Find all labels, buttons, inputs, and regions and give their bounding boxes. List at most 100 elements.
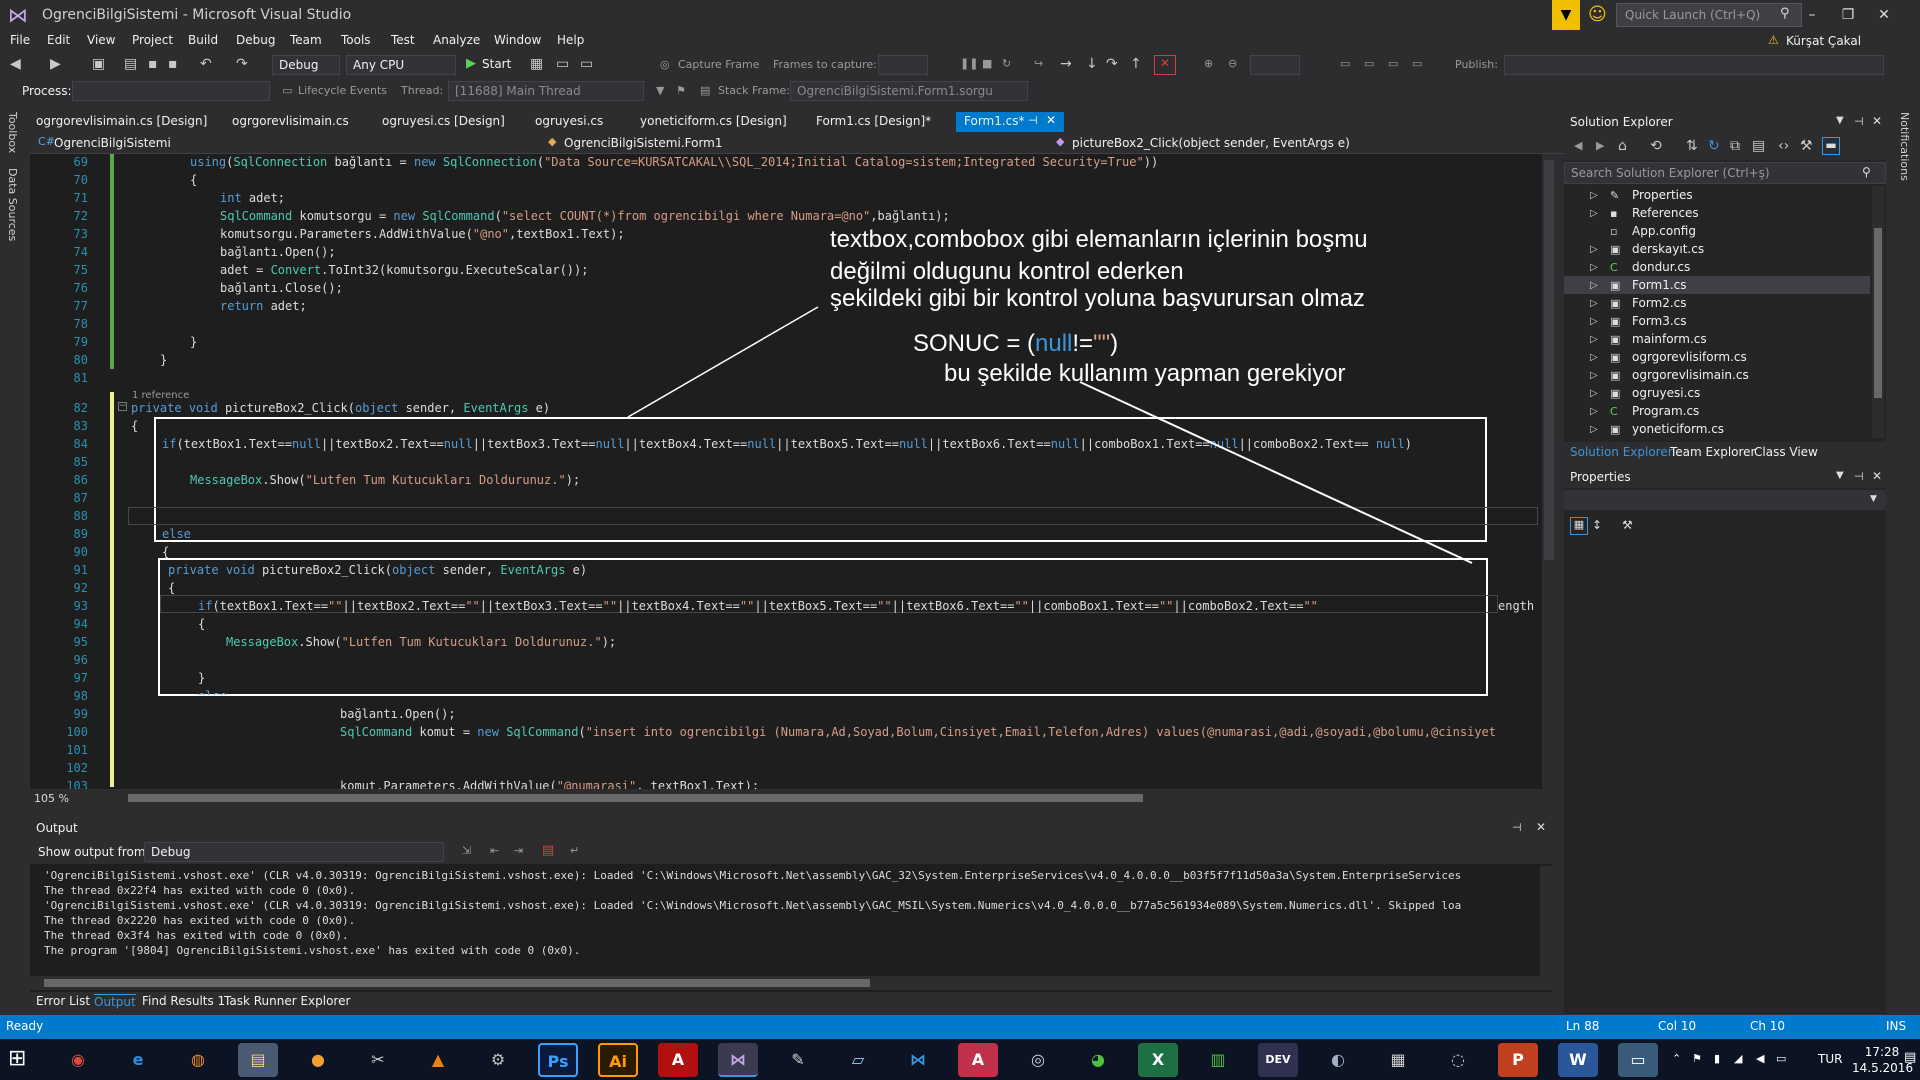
word-wrap-icon[interactable]: ↵ xyxy=(570,844,579,857)
battery-icon[interactable]: ▮ xyxy=(1714,1052,1720,1065)
output-pin-icon[interactable]: ⊣ xyxy=(1512,821,1522,834)
output-hscroll-thumb[interactable] xyxy=(44,979,870,987)
internet-explorer-icon[interactable]: e xyxy=(118,1043,158,1077)
collapse-all-icon[interactable]: ⧉ xyxy=(1730,138,1740,154)
chevron-down-icon[interactable]: ▼ xyxy=(1870,494,1877,504)
tray-flag-icon[interactable]: ⚑ xyxy=(1692,1052,1702,1065)
tree-item-ogrgorevlisimain[interactable]: ogrgorevlisimain.cs xyxy=(1632,368,1749,382)
tab-class-view[interactable]: Class View xyxy=(1754,445,1818,459)
photoshop-icon[interactable]: Ps xyxy=(538,1043,578,1077)
word-icon[interactable]: W xyxy=(1558,1043,1598,1077)
expand-arrow-icon[interactable]: ▷ xyxy=(1590,424,1598,435)
expand-arrow-icon[interactable]: ▷ xyxy=(1590,388,1598,399)
tab-find-results[interactable]: Find Results 1 xyxy=(142,994,225,1008)
back-icon[interactable]: ◀ xyxy=(1574,139,1582,152)
search-icon[interactable]: ⚲ xyxy=(1862,165,1871,179)
tab-team-explorer[interactable]: Team Explorer xyxy=(1670,445,1756,459)
chrome-icon[interactable]: ◉ xyxy=(58,1043,98,1077)
preview-icon[interactable]: ▬ xyxy=(1822,137,1840,155)
tree-item-form2[interactable]: Form2.cs xyxy=(1632,296,1687,310)
tray-up-arrow-icon[interactable]: ⌃ xyxy=(1672,1052,1681,1065)
expand-arrow-icon[interactable]: ▷ xyxy=(1590,280,1598,291)
panel-menu-icon[interactable]: ▼ xyxy=(1836,470,1844,481)
properties-icon[interactable]: ⚒ xyxy=(1800,138,1813,154)
editor-hscroll-thumb[interactable] xyxy=(128,794,1143,802)
dev-app-icon[interactable]: DEV xyxy=(1258,1043,1298,1077)
acrobat-icon[interactable]: A xyxy=(658,1043,698,1077)
panel-pin-icon[interactable]: ⊣ xyxy=(1854,470,1864,483)
excel-icon[interactable]: X xyxy=(1138,1043,1178,1077)
keyboard-icon[interactable]: ▭ xyxy=(1776,1052,1786,1065)
tab-solution-explorer[interactable]: Solution Explorer xyxy=(1570,445,1673,459)
expand-arrow-icon[interactable]: ▷ xyxy=(1590,244,1598,255)
expand-arrow-icon[interactable]: ▷ xyxy=(1590,298,1598,309)
security-app-icon[interactable]: ◌ xyxy=(1438,1043,1478,1077)
panel-close-icon[interactable]: ✕ xyxy=(1872,469,1882,483)
powerpoint-icon[interactable]: P xyxy=(1498,1043,1538,1077)
output-source-select[interactable]: Debug xyxy=(144,842,444,862)
tab-error-list[interactable]: Error List xyxy=(36,994,90,1008)
firefox-icon[interactable]: ◍ xyxy=(178,1043,218,1077)
expand-arrow-icon[interactable]: ▷ xyxy=(1590,334,1598,345)
steam-icon[interactable]: ◎ xyxy=(1018,1043,1058,1077)
tree-item-form1[interactable]: Form1.cs xyxy=(1632,278,1687,292)
output-close-icon[interactable]: ✕ xyxy=(1536,820,1546,834)
expand-arrow-icon[interactable]: ▷ xyxy=(1590,208,1598,219)
taskbar-clock[interactable]: 17:28 14.5.2016 xyxy=(1852,1044,1913,1076)
tree-item-mainform[interactable]: mainform.cs xyxy=(1632,332,1707,346)
visual-studio-code-icon[interactable]: ⋈ xyxy=(898,1043,938,1077)
expand-arrow-icon[interactable]: ▷ xyxy=(1590,406,1598,417)
solution-scroll-thumb[interactable] xyxy=(1874,228,1882,398)
panel-close-icon[interactable]: ✕ xyxy=(1872,114,1882,128)
remote-desktop-icon[interactable]: ▭ xyxy=(1618,1043,1658,1077)
tab-output[interactable]: Output xyxy=(94,994,136,1009)
previous-message-icon[interactable]: ⇤ xyxy=(490,844,499,857)
tree-item-references[interactable]: References xyxy=(1632,206,1699,220)
tree-item-yoneticiform[interactable]: yoneticiform.cs xyxy=(1632,422,1724,436)
paint-icon[interactable]: ✎ xyxy=(778,1043,818,1077)
sync-icon[interactable]: ⟲ xyxy=(1650,138,1662,154)
show-all-files-icon[interactable]: ▤ xyxy=(1752,138,1765,154)
network-icon[interactable]: ◢ xyxy=(1734,1052,1742,1065)
categorized-icon[interactable]: ▦ xyxy=(1570,517,1588,535)
tree-item-dondur[interactable]: dondur.cs xyxy=(1632,260,1690,274)
tab-task-runner-explorer[interactable]: Task Runner Explorer xyxy=(224,994,350,1008)
access-icon[interactable]: A xyxy=(958,1043,998,1077)
file-explorer-icon[interactable]: ▤ xyxy=(238,1043,278,1077)
app-orange-icon[interactable]: ● xyxy=(298,1043,338,1077)
solution-search-input[interactable]: Search Solution Explorer (Ctrl+ş) xyxy=(1564,162,1886,184)
tree-item-program[interactable]: Program.cs xyxy=(1632,404,1699,418)
editor-scroll-thumb[interactable] xyxy=(1544,160,1554,560)
tree-item-properties[interactable]: Properties xyxy=(1632,188,1693,202)
property-pages-icon[interactable]: ⚒ xyxy=(1622,518,1633,532)
home-icon[interactable]: ⌂ xyxy=(1618,138,1627,154)
tree-item-form3[interactable]: Form3.cs xyxy=(1632,314,1687,328)
find-message-icon[interactable]: ⇲ xyxy=(462,844,471,857)
refresh-icon[interactable]: ↻ xyxy=(1708,138,1720,154)
pending-changes-icon[interactable]: ⇅ xyxy=(1686,138,1698,154)
output-vertical-scrollbar[interactable] xyxy=(1540,866,1552,976)
tools-icon[interactable]: ⚙ xyxy=(478,1043,518,1077)
next-message-icon[interactable]: ⇥ xyxy=(514,844,523,857)
volume-icon[interactable]: ◀ xyxy=(1756,1052,1764,1065)
vlc-icon[interactable]: ▲ xyxy=(418,1043,458,1077)
calculator-icon[interactable]: ▦ xyxy=(1378,1043,1418,1077)
globe-app-icon[interactable]: ◕ xyxy=(1078,1043,1118,1077)
action-center-icon[interactable]: ▤ xyxy=(1904,1050,1916,1065)
view-code-icon[interactable]: ‹› xyxy=(1778,138,1789,154)
expand-arrow-icon[interactable]: ▷ xyxy=(1590,262,1598,273)
panel-pin-icon[interactable]: ⊣ xyxy=(1854,115,1864,128)
zoom-select[interactable]: 105 % xyxy=(34,792,69,805)
forward-icon[interactable]: ▶ xyxy=(1596,139,1604,152)
windows-start-icon[interactable]: ⊞ xyxy=(8,1046,26,1071)
tree-item-ogrgorevlisiform[interactable]: ogrgorevlisiform.cs xyxy=(1632,350,1747,364)
snipping-tool-icon[interactable]: ✂ xyxy=(358,1043,398,1077)
tree-item-app-config[interactable]: App.config xyxy=(1632,224,1696,238)
expand-arrow-icon[interactable]: ▷ xyxy=(1590,352,1598,363)
properties-object-select[interactable] xyxy=(1564,490,1886,510)
chart-app-icon[interactable]: ▥ xyxy=(1198,1043,1238,1077)
expand-arrow-icon[interactable]: ▷ xyxy=(1590,370,1598,381)
media-app-icon[interactable]: ◐ xyxy=(1318,1043,1358,1077)
notes-icon[interactable]: ▱ xyxy=(838,1043,878,1077)
visual-studio-taskbar-icon[interactable]: ⋈ xyxy=(718,1043,758,1077)
